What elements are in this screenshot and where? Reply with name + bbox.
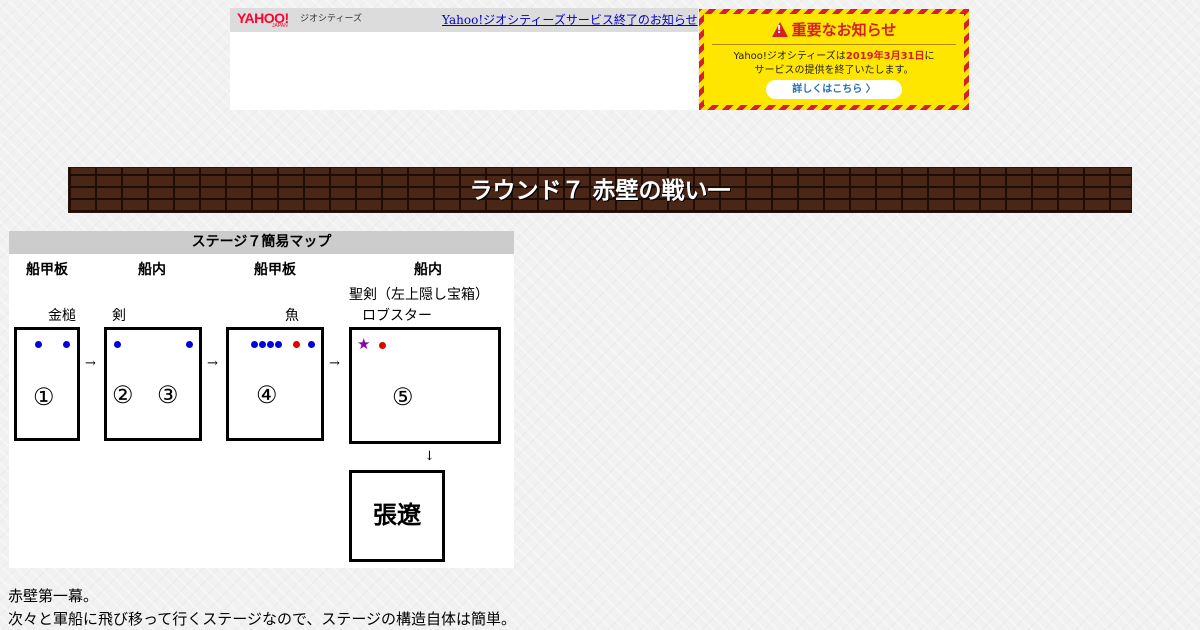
col-header-hold-2: 船内 [414,262,442,278]
map-area-1: ① [14,327,80,441]
notice-details-button[interactable]: 詳しくはこちら 〉 [766,80,902,99]
item-dot [259,341,266,348]
yahoo-banner-bar: YAHOO! JAPAN ジオシティーズ Yahoo!ジオシティーズサービス終了… [230,8,698,32]
stage-map-panel: ステージ７簡易マップ 船甲板 船内 船甲板 船内 金槌 剣 魚 聖剣（左上隠し宝… [9,231,514,568]
map-area-5: ★ ⑤ [349,327,501,444]
notice-text-prefix: Yahoo!ジオシティーズは [733,51,846,62]
hidden-chest-star-icon: ★ [357,335,371,353]
item-dot [114,341,121,348]
notice-divider [712,44,956,45]
service-end-notice-link[interactable]: Yahoo!ジオシティーズサービス終了のお知らせ [442,13,698,27]
arrow-right-icon: → [85,356,96,371]
col-header-hold-1: 船内 [138,262,166,278]
important-notice-text: Yahoo!ジオシティーズは2019年3月31日に サービスの提供を終了いたしま… [704,50,964,78]
item-dot [63,341,70,348]
arrow-right-icon: → [329,356,340,371]
round-title: ラウンド７ 赤壁の戦い一 [469,178,731,204]
item-label-fish: 魚 [285,308,299,324]
notice-text-suffix: に [924,51,935,62]
area-number-4: ④ [256,381,278,409]
stage-map-title: ステージ７簡易マップ [191,234,332,250]
item-dot [267,341,274,348]
body-text-line-2: 次々と軍船に飛び移って行くステージなので、ステージの構造自体は簡単。 [8,610,517,628]
item-label-hammer: 金槌 [48,308,76,324]
notice-text-line2: サービスの提供を終了いたします。 [754,65,914,76]
boss-area: 張遼 [349,470,445,562]
round-title-banner: ラウンド７ 赤壁の戦い一 [68,167,1132,213]
item-dot [308,341,315,348]
area-number-3: ③ [157,381,179,409]
item-dot-red [293,341,300,348]
arrow-down-icon: ↓ [424,449,435,464]
area-number-5: ⑤ [392,383,414,411]
yahoo-geocities-banner: YAHOO! JAPAN ジオシティーズ Yahoo!ジオシティーズサービス終了… [230,8,698,110]
important-notice-ad[interactable]: 重要なお知らせ Yahoo!ジオシティーズは2019年3月31日に サービスの提… [699,9,969,110]
item-dot [251,341,258,348]
item-label-holy-sword: 聖剣（左上隠し宝箱） [349,287,489,303]
item-dot [35,341,42,348]
warning-triangle-icon [771,22,788,37]
yahoo-logo-subtext: JAPAN [272,23,288,29]
item-dot-red [379,342,386,349]
important-notice-title-text: 重要なお知らせ [791,21,897,39]
important-notice-title: 重要なお知らせ [704,21,964,39]
col-header-deck-2: 船甲板 [254,262,296,278]
notice-end-date: 2019年3月31日 [845,51,925,62]
map-area-2-3: ② ③ [104,327,202,441]
boss-name: 張遼 [373,501,421,529]
item-label-sword: 剣 [112,308,126,324]
important-notice-inner: 重要なお知らせ Yahoo!ジオシティーズは2019年3月31日に サービスの提… [704,14,964,105]
item-dot [186,341,193,348]
item-dot [275,341,282,348]
area-number-1: ① [33,383,55,411]
arrow-right-icon: → [207,356,218,371]
geocities-label: ジオシティーズ [300,14,363,24]
area-number-2: ② [112,381,134,409]
map-area-4: ④ [226,327,324,441]
stage-map-header: ステージ７簡易マップ [9,231,514,254]
item-label-lobster: ロブスター [362,308,432,324]
col-header-deck-1: 船甲板 [26,262,68,278]
body-text-line-1: 赤壁第一幕。 [8,587,99,605]
